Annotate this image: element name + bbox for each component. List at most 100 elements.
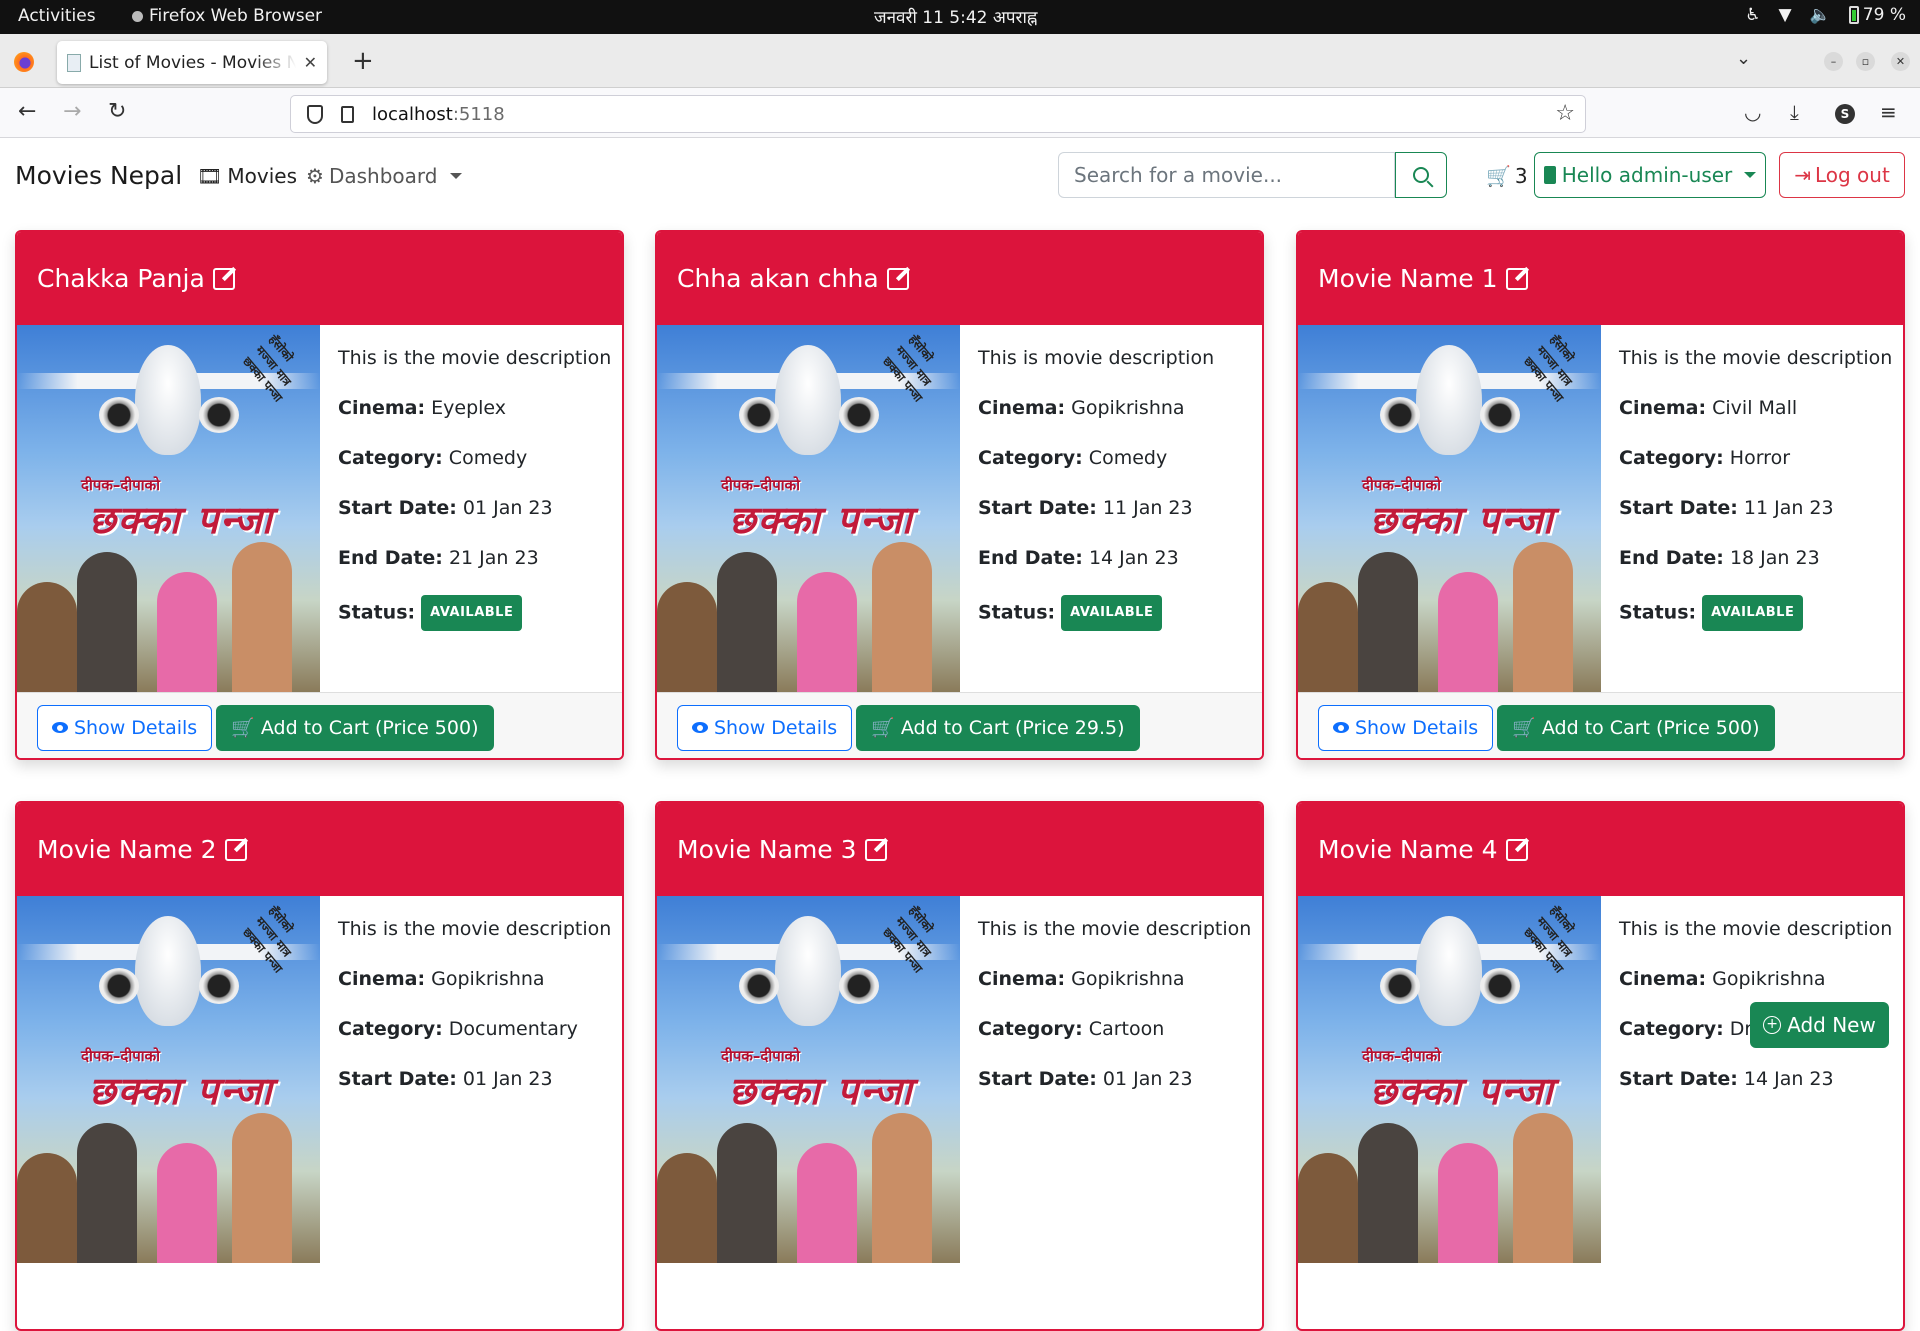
poster-subtitle: दीपक–दीपाको [721, 476, 801, 494]
card-footer: Show Details 🛒 Add to Cart (Price 500) [1298, 692, 1903, 758]
search-button[interactable] [1395, 152, 1447, 198]
new-tab-button[interactable]: + [352, 46, 374, 76]
account-avatar[interactable]: S [1835, 104, 1855, 124]
show-details-button[interactable]: Show Details [677, 704, 853, 751]
caret-down-icon [1744, 172, 1757, 178]
movie-poster: हँसाेको मज्जा मात्र छक्का पन्जा दीपक–दीप… [1298, 325, 1601, 692]
movie-title: Movie Name 2 [37, 835, 217, 864]
movie-description: This is the movie description [1619, 347, 1893, 369]
list-tabs-chevron-icon[interactable]: ⌄ [1736, 48, 1751, 69]
firefox-view-icon[interactable] [14, 52, 34, 72]
poster-title: छक्का पन्जा [1370, 498, 1555, 542]
poster-title: छक्का पन्जा [89, 1069, 274, 1113]
logout-button[interactable]: ⇥ Log out [1779, 152, 1905, 198]
poster-subtitle: दीपक–दीपाको [81, 1047, 161, 1065]
nav-dashboard-dropdown[interactable]: ⚙ Dashboard [306, 164, 463, 188]
status-row: Status: AVAILABLE [1619, 595, 1892, 631]
start-date-row: Start Date: 01 Jan 23 [978, 1068, 1193, 1090]
movie-title: Chha akan chha [677, 264, 879, 293]
person-badge-icon [1543, 166, 1556, 184]
card-header: Movie Name 1 [1298, 232, 1903, 325]
poster-tagline: हँसाेको मज्जा मात्र छक्का पन्जा [879, 332, 936, 405]
movie-title: Movie Name 3 [677, 835, 857, 864]
show-details-button[interactable]: Show Details [1318, 704, 1494, 751]
user-dropdown-button[interactable]: Hello admin-user [1534, 152, 1766, 198]
edit-icon[interactable] [886, 267, 909, 290]
brand-logo[interactable]: Movies Nepal [15, 161, 182, 190]
cart-plus-icon: 🛒 [871, 717, 895, 739]
add-to-cart-button[interactable]: 🛒 Add to Cart (Price 29.5) [856, 704, 1140, 751]
app-menu[interactable]: Firefox Web Browser [132, 6, 322, 26]
page-info-icon[interactable] [341, 105, 354, 123]
user-label: Hello admin-user [1561, 163, 1733, 187]
restore-icon[interactable]: ▫ [1856, 52, 1875, 71]
close-tab-icon[interactable]: ✕ [304, 53, 317, 72]
edit-icon[interactable] [1505, 267, 1528, 290]
movie-card: Movie Name 4 हँसाेको मज्जा मात्र छक्का प… [1296, 801, 1905, 1331]
logout-label: Log out [1814, 163, 1890, 187]
browser-tab[interactable]: List of Movies - Movies Nepal ✕ [57, 41, 327, 84]
film-icon: 🎞 [197, 164, 223, 188]
edit-icon[interactable] [224, 838, 247, 861]
cart-link[interactable]: 🛒 3 [1486, 164, 1528, 188]
cinema-row: Cinema: Gopikrishna [978, 968, 1185, 990]
cart-count: 3 [1514, 164, 1528, 188]
search-input[interactable] [1058, 152, 1395, 198]
pocket-icon[interactable]: ◡ [1744, 100, 1761, 124]
add-new-button[interactable]: + Add New [1750, 1002, 1889, 1048]
page-icon [67, 53, 81, 72]
system-tray[interactable]: ♿ ▼ 🔈 79 % [1745, 5, 1906, 25]
add-to-cart-button[interactable]: 🛒 Add to Cart (Price 500) [1497, 704, 1775, 751]
movie-card: Movie Name 3 हँसाेको मज्जा मात्र छक्का प… [655, 801, 1264, 1331]
minimize-icon[interactable]: – [1824, 52, 1843, 71]
card-footer: Show Details 🛒 Add to Cart (Price 500) [17, 692, 622, 758]
downloads-icon[interactable]: ⤓ [1790, 100, 1799, 124]
movie-poster: हँसाेको मज्जा मात्र छक्का पन्जा दीपक–दीप… [657, 325, 960, 692]
movie-card: Chha akan chha हँसाेको मज्जा मात्र छक्का… [655, 230, 1264, 760]
start-date-row: Start Date: 01 Jan 23 [338, 1068, 553, 1090]
bookmark-star-icon[interactable]: ☆ [1555, 101, 1575, 126]
battery-indicator: 79 % [1848, 5, 1906, 25]
end-date-row: End Date: 14 Jan 23 [978, 547, 1179, 569]
reload-icon[interactable]: ↻ [108, 100, 126, 124]
wifi-icon: ▼ [1778, 5, 1792, 25]
poster-tagline: हँसाेको मज्जा मात्र छक्का पन्जा [239, 332, 296, 405]
url-bar[interactable]: localhost:5118 ☆ [290, 95, 1586, 133]
url-host: localhost [372, 103, 453, 125]
show-details-button[interactable]: Show Details [37, 704, 213, 751]
movie-card: Movie Name 1 हँसाेको मज्जा मात्र छक्का प… [1296, 230, 1905, 760]
app-name: Firefox Web Browser [149, 6, 323, 26]
cart-plus-icon: 🛒 [231, 717, 255, 739]
shield-icon[interactable] [307, 104, 323, 124]
poster-subtitle: दीपक–दीपाको [1362, 476, 1442, 494]
status-badge: AVAILABLE [421, 595, 523, 631]
activities-button[interactable]: Activities [18, 6, 96, 26]
edit-icon[interactable] [1505, 838, 1528, 861]
add-to-cart-button[interactable]: 🛒 Add to Cart (Price 500) [216, 704, 494, 751]
edit-icon[interactable] [864, 838, 887, 861]
poster-title: छक्का पन्जा [729, 498, 914, 542]
search-icon [1413, 167, 1429, 183]
poster-title: छक्का पन्जा [1370, 1069, 1555, 1113]
movie-card: Movie Name 2 हँसाेको मज्जा मात्र छक्का प… [15, 801, 624, 1331]
poster-subtitle: दीपक–दीपाको [721, 1047, 801, 1065]
accessibility-icon[interactable]: ♿ [1745, 5, 1760, 25]
forward-arrow-icon[interactable]: → [63, 100, 81, 124]
movie-title: Movie Name 1 [1318, 264, 1498, 293]
back-arrow-icon[interactable]: ← [18, 100, 36, 124]
nav-movies[interactable]: 🎞 Movies [197, 164, 297, 188]
cinema-row: Cinema: Gopikrishna [338, 968, 545, 990]
firefox-icon [132, 10, 143, 22]
category-row: Category: Comedy [338, 447, 528, 469]
edit-icon[interactable] [212, 267, 235, 290]
clock[interactable]: जनवरी 11 5:42 अपराह्न [874, 5, 1037, 28]
poster-tagline: हँसाेको मज्जा मात्र छक्का पन्जा [1520, 332, 1577, 405]
poster-title: छक्का पन्जा [729, 1069, 914, 1113]
cart-plus-icon: 🛒 [1512, 717, 1536, 739]
movie-poster: हँसाेको मज्जा मात्र छक्का पन्जा दीपक–दीप… [17, 325, 320, 692]
hamburger-menu-icon[interactable]: ≡ [1880, 100, 1897, 124]
nav-movies-label: Movies [227, 164, 297, 188]
movie-title: Chakka Panja [37, 264, 205, 293]
card-header: Chha akan chha [657, 232, 1262, 325]
close-window-icon[interactable]: ✕ [1891, 52, 1910, 71]
